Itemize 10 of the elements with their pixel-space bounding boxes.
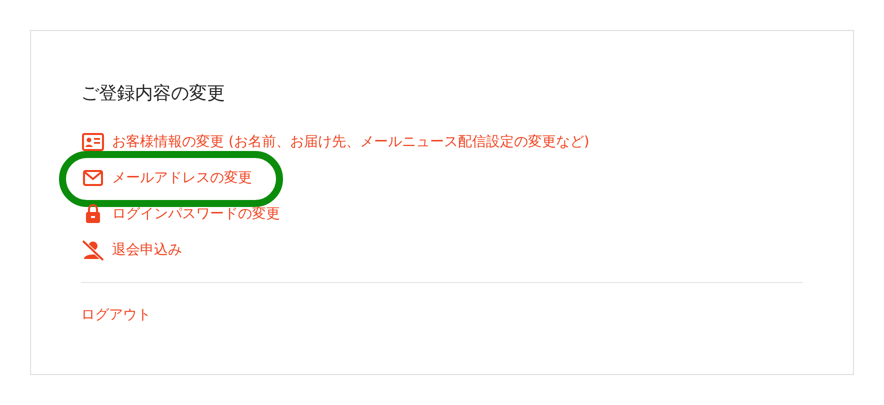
envelope-icon bbox=[83, 170, 103, 186]
id-card-icon bbox=[82, 133, 104, 151]
lock-icon bbox=[86, 204, 100, 223]
settings-link[interactable]: メールアドレスの変更 bbox=[112, 168, 252, 188]
user-off-icon bbox=[82, 240, 104, 261]
logout-link[interactable]: ログアウト bbox=[81, 305, 151, 326]
settings-link[interactable]: ログインパスワードの変更 bbox=[112, 204, 280, 224]
settings-link[interactable]: お客様情報の変更 (お名前、お届け先、メールニュース配信設定の変更など) bbox=[112, 132, 590, 152]
settings-link[interactable]: 退会申込み bbox=[112, 240, 182, 260]
section-title: ご登録内容の変更 bbox=[81, 82, 225, 106]
